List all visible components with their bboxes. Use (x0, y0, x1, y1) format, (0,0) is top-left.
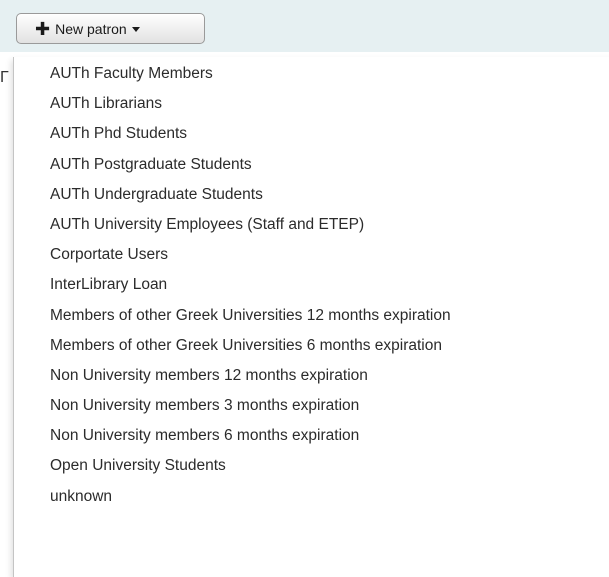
menu-item-open-university-students[interactable]: Open University Students (14, 451, 609, 481)
patron-category-dropdown: AUTh Faculty Members AUTh Librarians AUT… (13, 57, 609, 577)
background-text-fragment: Г (0, 69, 9, 86)
menu-item-corporate-users[interactable]: Corportate Users (14, 240, 609, 270)
menu-item-auth-university-employees[interactable]: AUTh University Employees (Staff and ETE… (14, 210, 609, 240)
new-patron-label: New patron (55, 20, 127, 37)
menu-item-auth-faculty-members[interactable]: AUTh Faculty Members (14, 59, 609, 89)
menu-item-greek-universities-12-months[interactable]: Members of other Greek Universities 12 m… (14, 301, 609, 331)
toolbar: ✚ New patron (0, 0, 609, 52)
menu-item-non-university-3-months[interactable]: Non University members 3 months expirati… (14, 391, 609, 421)
menu-item-non-university-6-months[interactable]: Non University members 6 months expirati… (14, 421, 609, 451)
menu-item-non-university-12-months[interactable]: Non University members 12 months expirat… (14, 361, 609, 391)
new-patron-button[interactable]: ✚ New patron (16, 13, 205, 44)
menu-item-auth-undergraduate-students[interactable]: AUTh Undergraduate Students (14, 180, 609, 210)
menu-item-greek-universities-6-months[interactable]: Members of other Greek Universities 6 mo… (14, 331, 609, 361)
menu-item-unknown[interactable]: unknown (14, 482, 609, 512)
menu-item-auth-postgraduate-students[interactable]: AUTh Postgraduate Students (14, 150, 609, 180)
menu-item-auth-phd-students[interactable]: AUTh Phd Students (14, 119, 609, 149)
plus-icon: ✚ (35, 18, 51, 39)
menu-item-interlibrary-loan[interactable]: InterLibrary Loan (14, 270, 609, 300)
caret-down-icon (131, 26, 140, 32)
menu-item-auth-librarians[interactable]: AUTh Librarians (14, 89, 609, 119)
